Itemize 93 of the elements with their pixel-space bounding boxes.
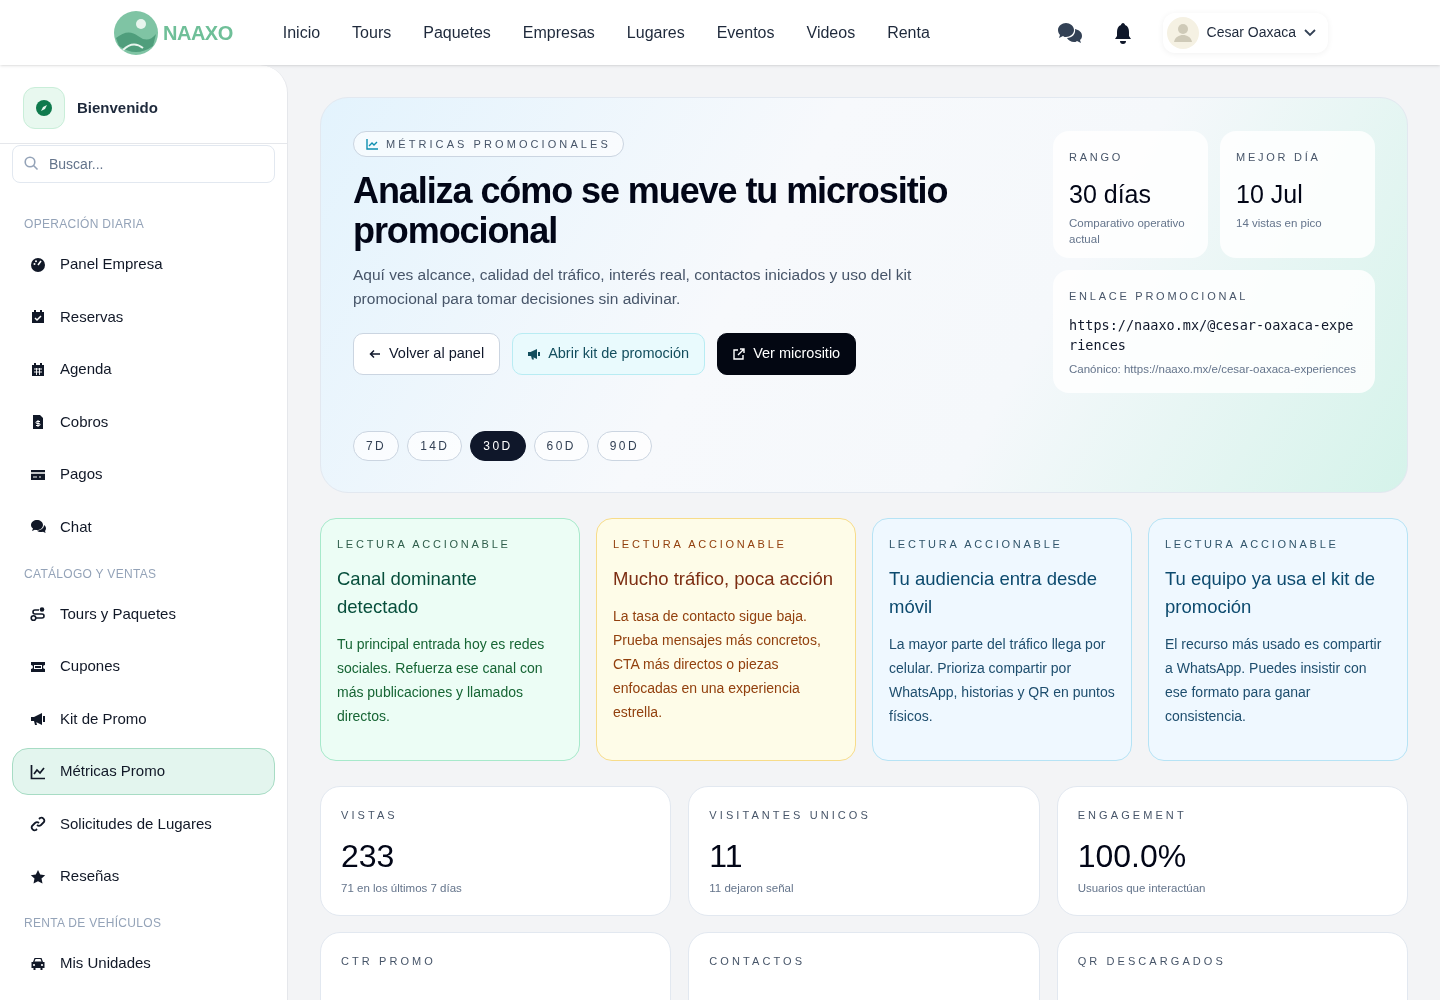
link-icon [30, 816, 46, 832]
card-label: RANGO [1069, 150, 1125, 165]
sidebar-item[interactable]: Kit de Promo [12, 695, 275, 743]
chat-icon [30, 519, 46, 535]
card-eyebrow: LECTURA ACCIONABLE [1165, 537, 1340, 552]
sidebar-item[interactable]: Reseñas [12, 853, 275, 900]
stat-note: Comparativo operativo actual [1069, 216, 1186, 247]
insight-text: El recurso más usado es compartir a WhatsApp. Puedes insistir con ese formato para ganar consistencia. [1165, 634, 1383, 726]
range-chip[interactable]: 30D [470, 431, 526, 461]
insight-text: Tu principal entrada hoy es redes sociales. Refuerza ese canal con más publicaciones y llamados directos. [337, 634, 546, 726]
card-eyebrow: LECTURA ACCIONABLE [613, 537, 788, 552]
nav-link[interactable]: Renta [887, 20, 930, 45]
action-button[interactable]: Volver al panel [353, 333, 501, 375]
promo-url[interactable]: https://naaxo.mx/@cesar-oaxaca-experiences [1069, 314, 1359, 355]
invoice-icon [30, 414, 46, 430]
calendar-icon [30, 361, 46, 378]
metric-note: Usuarios que interactúan [1077, 880, 1207, 896]
calendar-check-icon [30, 309, 46, 325]
action-button[interactable]: Abrir kit de promoción [512, 333, 706, 375]
card-eyebrow: LECTURA ACCIONABLE [889, 537, 1064, 552]
metric-value: 233 [341, 836, 396, 876]
arrow-left-icon [369, 348, 381, 360]
chevron-down-icon [1304, 28, 1316, 37]
metric-note: 11 dejaron señal [709, 880, 795, 896]
sidebar-item[interactable]: Chat [12, 503, 275, 551]
card-label: CONTACTOS [709, 954, 807, 969]
stat-value: 30 días [1069, 178, 1152, 210]
avatar-icon [1166, 16, 1199, 49]
range-chip[interactable]: 60D [533, 431, 589, 461]
sidebar-item[interactable]: Pagos [12, 451, 275, 498]
card-label: VISTAS [341, 808, 399, 823]
page-description: Aquí ves alcance, calidad del tráfico, interés real, contactos iniciados y uso del kit promocional para tomar decisiones sin adivinar. [353, 265, 913, 309]
nav-link[interactable]: Lugares [626, 20, 685, 45]
sidebar-item[interactable]: Cupones [12, 643, 275, 690]
gauge-icon [30, 256, 46, 273]
nav-link[interactable]: Eventos [716, 20, 775, 45]
nav-link[interactable]: Tours [352, 20, 392, 45]
metric-value: 100.0% [1077, 836, 1188, 876]
megaphone-icon [30, 711, 46, 727]
sidebar-item[interactable]: Mis Unidades [12, 940, 275, 987]
section-badge: MÉTRICAS PROMOCIONALES [353, 131, 624, 157]
star-icon [30, 868, 46, 885]
insight-text: La mayor parte del tráfico llega por celular. Prioriza compartir por WhatsApp, historias y QR en puntos físicos. [889, 634, 1115, 726]
external-link-icon [733, 348, 746, 360]
insight-title: Tu audiencia entra desde móvil [889, 566, 1099, 619]
sidebar-item[interactable]: Reservas [12, 293, 275, 341]
card-label: VISITANTES UNICOS [709, 808, 872, 823]
nav-link[interactable]: Paquetes [423, 20, 491, 45]
compass-icon [36, 100, 52, 116]
chart-line-icon [366, 138, 378, 150]
card-eyebrow: LECTURA ACCIONABLE [337, 537, 512, 552]
card-label: ENLACE PROMOCIONAL [1069, 289, 1250, 304]
card-label: QR DESCARGADOS [1077, 954, 1227, 969]
nav-link[interactable]: Inicio [282, 20, 321, 45]
search-field[interactable]: Buscar... [12, 145, 275, 183]
search-icon [24, 156, 39, 171]
card-label: ENGAGEMENT [1077, 808, 1188, 823]
nav-link[interactable]: Videos [806, 20, 856, 45]
card-label: CTR PROMO [341, 954, 437, 969]
sidebar-item[interactable]: Métricas Promo [12, 748, 275, 795]
sidebar-item[interactable]: Agenda [12, 346, 275, 393]
sidebar-item[interactable]: Tours y Paquetes [12, 590, 275, 638]
logo-icon [113, 9, 159, 56]
insight-text: La tasa de contacto sigue baja. Prueba mensajes más concretos, CTA más directos o piezas enfocadas en una experiencia estrella. [613, 606, 822, 722]
section-heading: RENTA DE VEHÍCULOS [23, 914, 163, 932]
user-menu[interactable]: Cesar Oaxaca [1162, 12, 1328, 53]
car-icon [30, 955, 46, 972]
stat-value: 10 Jul [1236, 178, 1304, 210]
canonical-url: Canónico: https://naaxo.mx/e/cesar-oaxaca-experiences [1069, 361, 1357, 377]
range-chip[interactable]: 7D [353, 431, 400, 461]
insight-title: Tu equipo ya usa el kit de promoción [1165, 566, 1377, 619]
sidebar-item[interactable]: Cobros [12, 398, 275, 446]
insight-title: Mucho tráfico, poca acción [613, 566, 835, 591]
nav-link[interactable]: Empresas [522, 20, 595, 45]
chat-icon[interactable] [1056, 21, 1083, 44]
section-heading: CATÁLOGO Y VENTAS [23, 565, 158, 583]
notification-bell-icon[interactable] [1112, 21, 1133, 44]
action-button[interactable]: Ver micrositio [717, 333, 857, 375]
section-heading: OPERACIÓN DIARIA [23, 215, 146, 233]
chart-line-icon [30, 763, 46, 780]
range-chip[interactable]: 14D [407, 431, 463, 461]
welcome-text: Bienvenido [77, 97, 158, 118]
metric-value: 11 [709, 836, 744, 876]
page-title: Analiza cómo se mueve tu micrositio promocional [353, 171, 949, 251]
insight-title: Canal dominante detectado [337, 566, 478, 619]
megaphone-icon [528, 348, 541, 360]
sidebar-item[interactable]: Solicitudes de Lugares [12, 800, 275, 848]
metric-note: 71 en los últimos 7 días [341, 880, 463, 896]
card-label: MEJOR DÍA [1236, 150, 1322, 165]
range-chip[interactable]: 90D [596, 431, 652, 461]
stat-note: 14 vistas en pico [1236, 216, 1323, 231]
sidebar-item[interactable]: Panel Empresa [12, 241, 275, 288]
route-icon [30, 606, 46, 622]
